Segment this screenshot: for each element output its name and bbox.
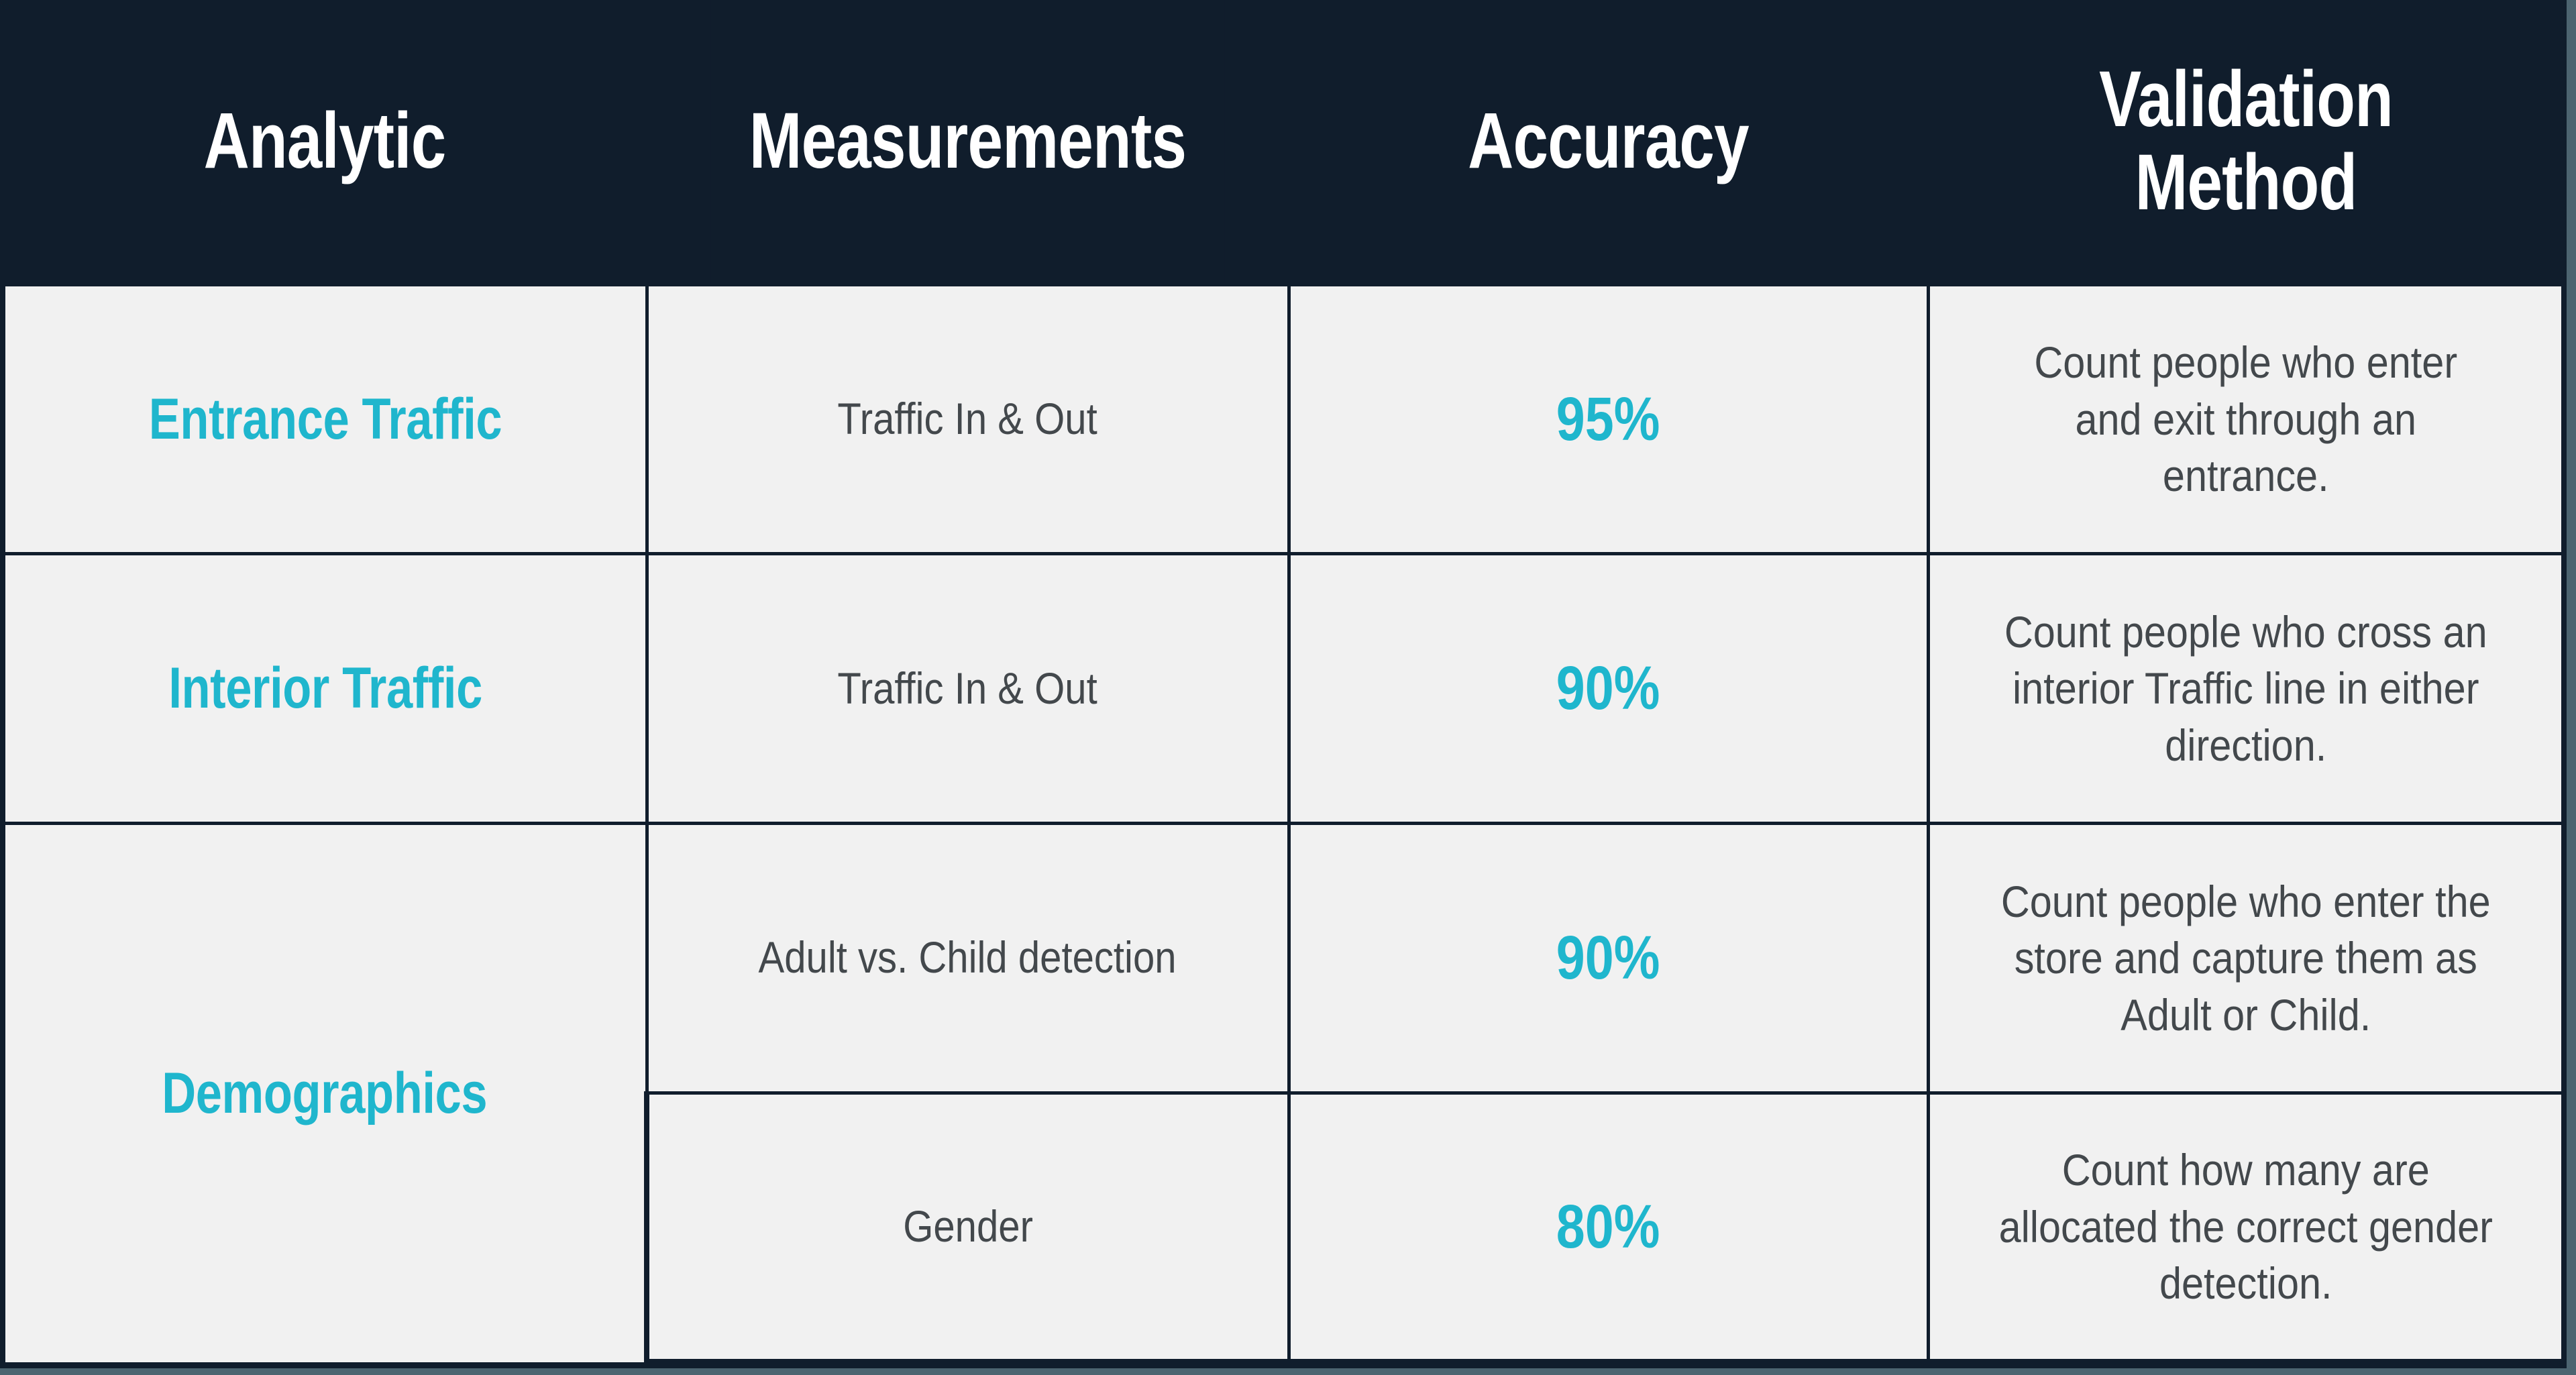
validation-text: Count people who enter the store and cap… [2000,876,2491,1040]
table-body: Entrance Traffic Traffic In & Out 95% Co… [0,282,2567,1368]
cell-accuracy-row-1: 95% [1287,282,1930,556]
column-header-analytic: Analytic [67,0,582,284]
validation-text: Count how many are allocated the correct… [1998,1145,2493,1309]
table-header: Analytic Measurements Accuracy Validatio… [3,0,2564,284]
cell-accuracy-row-4: 80% [1287,1091,1930,1368]
cell-accuracy-row-3: 90% [1287,821,1930,1095]
accuracy-value: 90% [1556,654,1660,723]
table-row: Demographics Adult vs. Child detection 9… [0,821,2567,1366]
page-background: Analytic Measurements Accuracy Validatio… [0,0,2576,1375]
table-row: Entrance Traffic Traffic In & Out 95% Co… [0,282,2567,556]
analytics-accuracy-table: Analytic Measurements Accuracy Validatio… [0,0,2567,1368]
measurement-label: Adult vs. Child detection [758,932,1177,983]
cell-accuracy-row-2: 90% [1287,552,1930,825]
table-row: Interior Traffic Traffic In & Out 90% Co… [0,552,2567,825]
measurement-label: Traffic In & Out [837,393,1098,443]
cell-analytic-demographics: Demographics [0,821,649,1366]
cell-validation-row-4: Count how many are allocated the correct… [1926,1091,2567,1368]
accuracy-value: 90% [1556,924,1660,993]
analytic-label: Entrance Traffic [148,386,502,451]
cell-validation-row-1: Count people who enter and exit through … [1926,282,2567,556]
validation-text: Count people who enter and exit through … [2033,337,2457,501]
cell-measurement-row-1: Traffic In & Out [645,282,1291,556]
column-header-accuracy: Accuracy [1352,0,1864,284]
cell-measurement-row-2: Traffic In & Out [645,552,1291,825]
column-header-measurements: Measurements [710,0,1225,284]
cell-measurement-row-4: Gender [644,1091,1291,1368]
analytic-label: Interior Traffic [168,656,482,721]
measurement-label: Gender [903,1201,1034,1251]
cell-validation-row-3: Count people who enter the store and cap… [1926,821,2567,1095]
cell-validation-row-2: Count people who cross an interior Traff… [1926,552,2567,825]
analytic-label: Demographics [162,1061,488,1126]
cell-analytic-interior-traffic: Interior Traffic [0,552,649,825]
cell-analytic-entrance-traffic: Entrance Traffic [0,282,649,556]
table-frame: Analytic Measurements Accuracy Validatio… [0,0,2567,1368]
column-header-validation-method: Validation Method [1991,0,2501,284]
header-row: Analytic Measurements Accuracy Validatio… [3,0,2564,284]
cell-measurement-row-3: Adult vs. Child detection [645,821,1291,1095]
validation-text: Count people who cross an interior Traff… [2004,606,2487,770]
accuracy-value: 80% [1556,1192,1660,1261]
measurement-label: Traffic In & Out [837,663,1098,713]
accuracy-value: 95% [1556,384,1660,453]
